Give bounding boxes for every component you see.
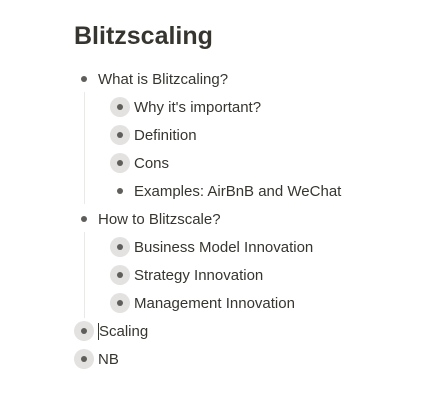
page-title[interactable]: Blitzscaling <box>74 20 213 52</box>
indent-guide <box>84 92 85 204</box>
collapsed-bullet-icon[interactable] <box>110 265 130 285</box>
outline-item[interactable]: How to Blitzscale? <box>74 205 221 233</box>
outline-item[interactable]: Business Model Innovation <box>110 233 313 261</box>
outline-item-label[interactable]: Business Model Innovation <box>134 239 313 256</box>
outline-item[interactable]: Definition <box>110 121 197 149</box>
bullet-icon[interactable] <box>110 181 130 201</box>
collapsed-bullet-icon[interactable] <box>110 237 130 257</box>
outline-item-label[interactable]: NB <box>98 351 119 368</box>
outline-item-label[interactable]: Strategy Innovation <box>134 267 263 284</box>
outline-item[interactable]: Scaling <box>74 317 148 345</box>
outline-item-label[interactable]: Examples: AirBnB and WeChat <box>134 183 341 200</box>
collapsed-bullet-icon[interactable] <box>74 349 94 369</box>
bullet-icon[interactable] <box>74 69 94 89</box>
bullet-icon[interactable] <box>74 209 94 229</box>
collapsed-bullet-icon[interactable] <box>110 97 130 117</box>
outline-item-label[interactable]: What is Blitzcaling? <box>98 71 228 88</box>
outline-item[interactable]: Why it's important? <box>110 93 261 121</box>
outline-item[interactable]: Cons <box>110 149 169 177</box>
outline-item[interactable]: NB <box>74 345 119 373</box>
outline-item[interactable]: Management Innovation <box>110 289 295 317</box>
collapsed-bullet-icon[interactable] <box>110 125 130 145</box>
indent-guide <box>84 232 85 318</box>
outline-item[interactable]: What is Blitzcaling? <box>74 65 228 93</box>
collapsed-bullet-icon[interactable] <box>110 293 130 313</box>
outline-item-label[interactable]: Definition <box>134 127 197 144</box>
outline-item[interactable]: Strategy Innovation <box>110 261 263 289</box>
collapsed-bullet-icon[interactable] <box>74 321 94 341</box>
outline-item-label[interactable]: Management Innovation <box>134 295 295 312</box>
outline-item-label[interactable]: Cons <box>134 155 169 172</box>
outline-item-label[interactable]: Why it's important? <box>134 99 261 116</box>
outline-item-label[interactable]: Scaling <box>99 323 148 340</box>
collapsed-bullet-icon[interactable] <box>110 153 130 173</box>
outline-item[interactable]: Examples: AirBnB and WeChat <box>110 177 341 205</box>
outline-item-label[interactable]: How to Blitzscale? <box>98 211 221 228</box>
